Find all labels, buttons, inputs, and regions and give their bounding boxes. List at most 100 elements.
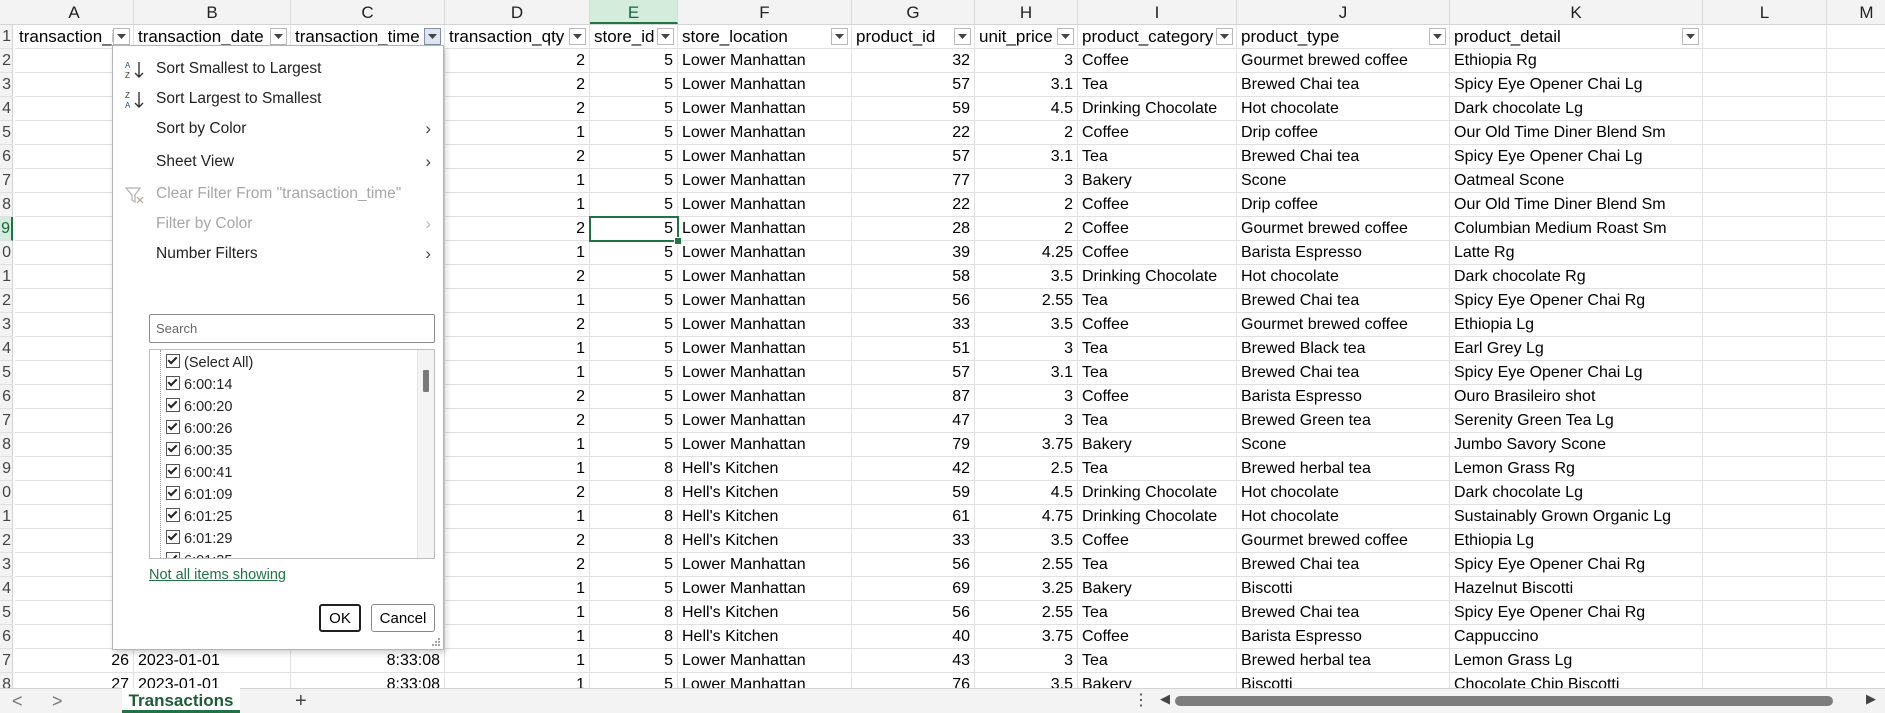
filter-value-checkbox[interactable]: 6:01:09 — [166, 484, 232, 506]
cell[interactable] — [1827, 553, 1885, 577]
cell[interactable]: 2 — [445, 385, 590, 409]
cell[interactable]: 59 — [852, 481, 975, 505]
cell[interactable]: 57 — [852, 73, 975, 97]
cell[interactable] — [1703, 505, 1827, 529]
cell[interactable]: Dark chocolate Rg — [1450, 265, 1703, 289]
row-number[interactable]: 4 — [0, 577, 13, 601]
cell[interactable]: Drinking Chocolate — [1078, 505, 1237, 529]
cell[interactable]: Dark chocolate Lg — [1450, 481, 1703, 505]
cell[interactable]: Brewed Black tea — [1237, 337, 1450, 361]
cell[interactable]: Lower Manhattan — [678, 385, 852, 409]
cell[interactable]: Drip coffee — [1237, 121, 1450, 145]
cell[interactable]: 1 — [445, 625, 590, 649]
cell[interactable]: Sustainably Grown Organic Lg — [1450, 505, 1703, 529]
column-header-e[interactable]: E — [590, 0, 678, 24]
cell[interactable]: Ethiopia Lg — [1450, 313, 1703, 337]
cell[interactable]: 4.5 — [975, 97, 1078, 121]
cell[interactable]: 5 — [590, 193, 678, 217]
cell[interactable]: 1 — [445, 289, 590, 313]
cell[interactable]: Barista Espresso — [1237, 241, 1450, 265]
cell[interactable]: Hazelnut Biscotti — [1450, 577, 1703, 601]
cell[interactable]: Lower Manhattan — [678, 409, 852, 433]
cell[interactable]: Drinking Chocolate — [1078, 97, 1237, 121]
row-number[interactable]: 6 — [0, 625, 13, 649]
cell[interactable] — [1827, 505, 1885, 529]
filter-dropdown-button[interactable] — [1216, 28, 1233, 45]
cell[interactable]: Drip coffee — [1237, 193, 1450, 217]
cell[interactable] — [1827, 121, 1885, 145]
cell[interactable]: 1 — [445, 457, 590, 481]
cell[interactable]: 61 — [852, 505, 975, 529]
cell[interactable]: Cappuccino — [1450, 625, 1703, 649]
cell[interactable] — [1703, 217, 1827, 241]
row-number[interactable]: 9 — [0, 457, 13, 481]
cell[interactable] — [1703, 673, 1827, 688]
cell[interactable]: Bakery — [1078, 577, 1237, 601]
cell[interactable]: 3.5 — [975, 313, 1078, 337]
filter-dropdown-button[interactable] — [954, 28, 971, 45]
cell[interactable] — [1827, 265, 1885, 289]
cell[interactable]: 2023-01-01 — [134, 649, 291, 673]
cell[interactable] — [1827, 289, 1885, 313]
cell[interactable] — [1827, 49, 1885, 73]
cell[interactable]: Brewed Green tea — [1237, 409, 1450, 433]
cell[interactable] — [1703, 457, 1827, 481]
not-all-items-showing-link[interactable]: Not all items showing — [149, 567, 286, 583]
cell[interactable]: Coffee — [1078, 385, 1237, 409]
cell[interactable] — [1827, 649, 1885, 673]
cell[interactable] — [1827, 577, 1885, 601]
cell[interactable]: 8 — [590, 457, 678, 481]
cell[interactable]: Tea — [1078, 553, 1237, 577]
cell[interactable]: 3.1 — [975, 73, 1078, 97]
cell[interactable] — [1827, 481, 1885, 505]
next-sheet-button[interactable]: > — [52, 689, 63, 713]
cell[interactable]: 8:33:08 — [291, 673, 445, 688]
cell[interactable]: 3 — [975, 385, 1078, 409]
cell[interactable]: 22 — [852, 121, 975, 145]
cell[interactable]: Coffee — [1078, 529, 1237, 553]
cell[interactable]: Brewed Chai tea — [1237, 601, 1450, 625]
cell[interactable]: Lower Manhattan — [678, 361, 852, 385]
column-header-f[interactable]: F — [678, 0, 852, 24]
resize-grip-icon[interactable] — [431, 637, 441, 647]
filter-value-list[interactable]: (Select All) 6:00:14 6:00:20 6:00:26 6:00:35… — [149, 349, 435, 559]
cell[interactable]: Lower Manhattan — [678, 673, 852, 688]
filter-dropdown-button[interactable] — [270, 28, 287, 45]
cell[interactable]: 2.55 — [975, 289, 1078, 313]
cell[interactable]: 2 — [445, 529, 590, 553]
cell[interactable]: Lower Manhattan — [678, 337, 852, 361]
cell[interactable]: Bakery — [1078, 433, 1237, 457]
row-number[interactable]: 5 — [0, 361, 13, 385]
cell[interactable]: Columbian Medium Roast Sm — [1450, 217, 1703, 241]
cell[interactable] — [1703, 145, 1827, 169]
cell[interactable]: 57 — [852, 145, 975, 169]
column-header-m[interactable]: M — [1827, 0, 1885, 24]
cell[interactable]: Spicy Eye Opener Chai Rg — [1450, 601, 1703, 625]
cell[interactable] — [1827, 385, 1885, 409]
select-all-checkbox[interactable]: (Select All) — [166, 352, 253, 374]
cell[interactable]: 3 — [975, 169, 1078, 193]
cell[interactable]: Hell's Kitchen — [678, 601, 852, 625]
cell[interactable]: 2023-01-01 — [134, 673, 291, 688]
list-scroll-thumb[interactable] — [423, 370, 429, 392]
cell[interactable]: 51 — [852, 337, 975, 361]
ok-button[interactable]: OK — [319, 604, 361, 632]
cell[interactable]: Jumbo Savory Scone — [1450, 433, 1703, 457]
cell[interactable]: Chocolate Chip Biscotti — [1450, 673, 1703, 688]
cell[interactable]: Dark chocolate Lg — [1450, 97, 1703, 121]
cell[interactable]: 3.1 — [975, 361, 1078, 385]
row-number[interactable]: 3 — [0, 73, 13, 97]
cell[interactable] — [1703, 193, 1827, 217]
row-number[interactable]: 0 — [0, 241, 13, 265]
cell[interactable]: Lower Manhattan — [678, 241, 852, 265]
row-number[interactable]: 8 — [0, 193, 13, 217]
cell[interactable]: Coffee — [1078, 121, 1237, 145]
cell[interactable]: Barista Espresso — [1237, 625, 1450, 649]
number-filters-item[interactable]: Number Filters › — [113, 239, 443, 269]
cell[interactable] — [1703, 337, 1827, 361]
cell[interactable]: 3.75 — [975, 625, 1078, 649]
row-number[interactable]: 2 — [0, 529, 13, 553]
cell[interactable]: Brewed Chai tea — [1237, 145, 1450, 169]
row-number[interactable]: 2 — [0, 289, 13, 313]
cell[interactable]: Lower Manhattan — [678, 649, 852, 673]
